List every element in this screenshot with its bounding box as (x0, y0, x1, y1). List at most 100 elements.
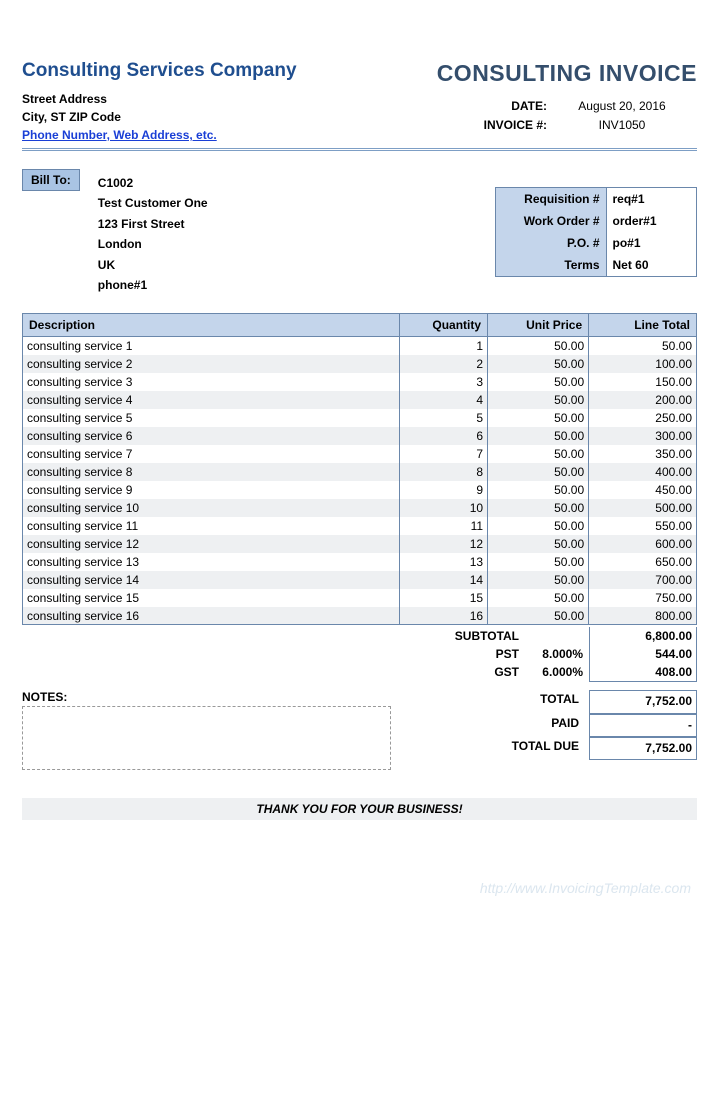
table-row: consulting service 9950.00450.00 (23, 481, 697, 499)
bill-country: UK (98, 255, 208, 275)
item-total: 150.00 (589, 373, 697, 391)
header-divider (22, 148, 697, 151)
item-total: 600.00 (589, 535, 697, 553)
item-desc: consulting service 13 (23, 553, 400, 571)
pst-value: 544.00 (589, 645, 697, 663)
item-price: 50.00 (488, 445, 589, 463)
pst-label: PST (419, 645, 519, 663)
item-price: 50.00 (488, 427, 589, 445)
po-label: P.O. # (496, 232, 606, 254)
invoice-num-value: INV1050 (547, 116, 697, 135)
item-total: 350.00 (589, 445, 697, 463)
item-desc: consulting service 12 (23, 535, 400, 553)
table-row: consulting service 161650.00800.00 (23, 607, 697, 625)
subtotal-label: SUBTOTAL (419, 627, 519, 645)
item-price: 50.00 (488, 391, 589, 409)
item-desc: consulting service 14 (23, 571, 400, 589)
total-value: 7,752.00 (589, 690, 697, 713)
terms-value: Net 60 (606, 254, 696, 276)
item-total: 750.00 (589, 589, 697, 607)
item-price: 50.00 (488, 463, 589, 481)
item-total: 550.00 (589, 517, 697, 535)
item-qty: 13 (400, 553, 488, 571)
item-desc: consulting service 6 (23, 427, 400, 445)
col-line-total: Line Total (589, 314, 697, 337)
table-row: consulting service 1150.0050.00 (23, 337, 697, 355)
table-row: consulting service 151550.00750.00 (23, 589, 697, 607)
items-table: Description Quantity Unit Price Line Tot… (22, 313, 697, 625)
item-total: 700.00 (589, 571, 697, 589)
table-row: consulting service 6650.00300.00 (23, 427, 697, 445)
item-qty: 7 (400, 445, 488, 463)
item-desc: consulting service 4 (23, 391, 400, 409)
pst-percent: 8.000% (519, 645, 589, 663)
item-desc: consulting service 8 (23, 463, 400, 481)
table-row: consulting service 111150.00550.00 (23, 517, 697, 535)
item-qty: 8 (400, 463, 488, 481)
item-qty: 3 (400, 373, 488, 391)
watermark-link: http://www.InvoicingTemplate.com (22, 880, 697, 896)
item-price: 50.00 (488, 517, 589, 535)
workorder-label: Work Order # (496, 210, 606, 232)
total-due-label: TOTAL DUE (429, 737, 589, 760)
item-total: 400.00 (589, 463, 697, 481)
item-total: 50.00 (589, 337, 697, 355)
subtotal-value: 6,800.00 (589, 627, 697, 645)
item-total: 300.00 (589, 427, 697, 445)
requisition-label: Requisition # (496, 188, 606, 210)
bill-name: Test Customer One (98, 193, 208, 213)
company-name: Consulting Services Company (22, 60, 297, 82)
item-price: 50.00 (488, 373, 589, 391)
invoice-num-label: INVOICE #: (447, 116, 547, 135)
order-info-box: Requisition # req#1 Work Order # order#1… (495, 187, 697, 277)
item-total: 800.00 (589, 607, 697, 625)
item-desc: consulting service 10 (23, 499, 400, 517)
item-qty: 10 (400, 499, 488, 517)
col-description: Description (23, 314, 400, 337)
item-qty: 2 (400, 355, 488, 373)
item-price: 50.00 (488, 589, 589, 607)
item-price: 50.00 (488, 535, 589, 553)
table-row: consulting service 101050.00500.00 (23, 499, 697, 517)
item-price: 50.00 (488, 553, 589, 571)
item-desc: consulting service 2 (23, 355, 400, 373)
item-qty: 11 (400, 517, 488, 535)
notes-box[interactable] (22, 706, 391, 770)
thank-you-bar: THANK YOU FOR YOUR BUSINESS! (22, 798, 697, 820)
table-row: consulting service 131350.00650.00 (23, 553, 697, 571)
item-qty: 9 (400, 481, 488, 499)
item-desc: consulting service 15 (23, 589, 400, 607)
notes-label: NOTES: (22, 690, 391, 704)
item-total: 500.00 (589, 499, 697, 517)
date-label: DATE: (447, 97, 547, 116)
item-desc: consulting service 16 (23, 607, 400, 625)
gst-value: 408.00 (589, 663, 697, 682)
company-contact-link[interactable]: Phone Number, Web Address, etc. (22, 128, 217, 142)
item-price: 50.00 (488, 571, 589, 589)
item-total: 450.00 (589, 481, 697, 499)
table-row: consulting service 3350.00150.00 (23, 373, 697, 391)
item-price: 50.00 (488, 355, 589, 373)
item-price: 50.00 (488, 499, 589, 517)
workorder-value: order#1 (606, 210, 696, 232)
item-qty: 4 (400, 391, 488, 409)
billto-chip: Bill To: (22, 169, 80, 191)
item-total: 200.00 (589, 391, 697, 409)
item-total: 100.00 (589, 355, 697, 373)
item-qty: 15 (400, 589, 488, 607)
item-total: 250.00 (589, 409, 697, 427)
item-desc: consulting service 11 (23, 517, 400, 535)
date-value: August 20, 2016 (547, 97, 697, 116)
item-desc: consulting service 1 (23, 337, 400, 355)
item-total: 650.00 (589, 553, 697, 571)
item-qty: 5 (400, 409, 488, 427)
terms-label: Terms (496, 254, 606, 276)
bill-city: London (98, 234, 208, 254)
item-desc: consulting service 7 (23, 445, 400, 463)
item-price: 50.00 (488, 481, 589, 499)
item-qty: 1 (400, 337, 488, 355)
gst-label: GST (419, 663, 519, 682)
item-qty: 12 (400, 535, 488, 553)
paid-value: - (589, 714, 697, 737)
gst-percent: 6.000% (519, 663, 589, 682)
